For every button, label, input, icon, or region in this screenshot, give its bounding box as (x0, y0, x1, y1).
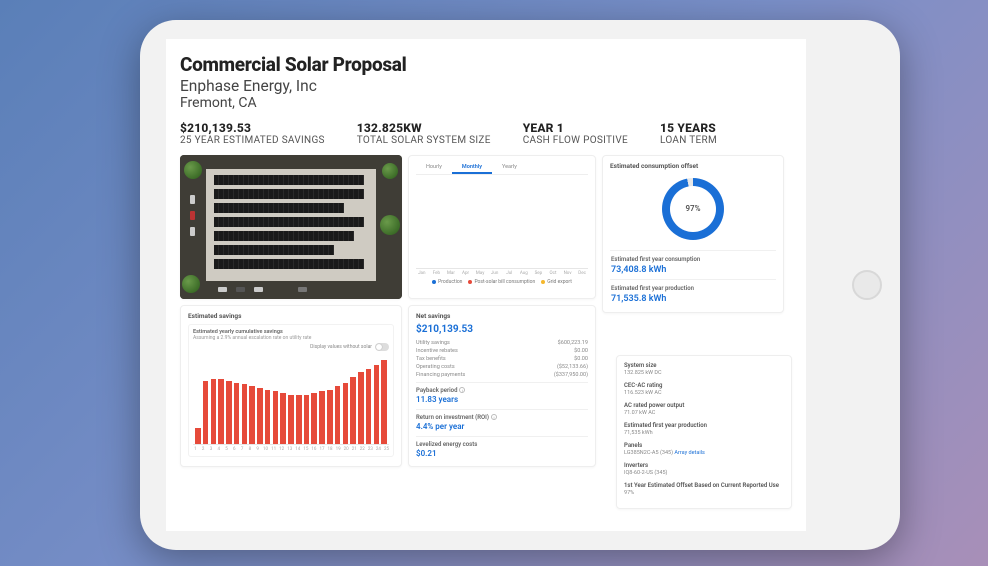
roi-label: Return on investment (ROI) (416, 414, 489, 421)
kpi-value: $210,139.53 (180, 121, 325, 135)
tablet-frame: Commercial Solar Proposal Enphase Energy… (140, 20, 900, 550)
system-row: PanelsLG385N2C-A5 (345) Array details (624, 442, 784, 456)
kpi-label: CASH FLOW POSITIVE (523, 135, 628, 147)
first-year-production: Estimated first year production 71,535.8… (610, 279, 776, 306)
monthly-x-axis: JanFebMarAprMayJunJulAugSepOctNovDec (416, 271, 588, 276)
kpi-system-size: 132.825KW TOTAL SOLAR SYSTEM SIZE (357, 121, 491, 147)
toggle-label: Display values without solar (310, 344, 372, 350)
location: Fremont, CA (180, 95, 792, 111)
net-row: Financing payments($337,950.00) (416, 371, 588, 379)
savings-bar-chart (193, 357, 389, 445)
net-savings-title: Net savings (416, 312, 588, 320)
net-row: Incentive rebates$0.00 (416, 347, 588, 355)
kpi-loan-term: 15 YEARS LOAN TERM (660, 121, 717, 147)
monthly-legend: Production Post-solar bill consumption G… (416, 279, 588, 285)
offset-donut: 97% (610, 174, 776, 248)
payback-value: 11.83 years (416, 395, 588, 404)
proposal-screen: Commercial Solar Proposal Enphase Energy… (166, 39, 806, 531)
net-savings-amount: $210,139.53 (416, 324, 588, 335)
net-row: Utility savings$600,223.19 (416, 339, 588, 347)
monthly-bar-chart (416, 179, 588, 269)
system-info-card: System size132.825 kW DC CEC-AC rating116… (616, 355, 792, 509)
kpi-label: 25 YEAR ESTIMATED SAVINGS (180, 135, 325, 147)
system-row: System size132.825 kW DC (624, 362, 784, 376)
info-icon[interactable]: i (459, 387, 465, 393)
company-name: Enphase Energy, Inc (180, 77, 792, 95)
kpi-label: TOTAL SOLAR SYSTEM SIZE (357, 135, 491, 147)
offset-percent: 97% (670, 186, 716, 232)
system-row: AC rated power output71.07 kW AC (624, 402, 784, 416)
estimated-savings-card: Estimated savings Estimated yearly cumul… (180, 305, 402, 467)
chart-tabs: Hourly Monthly Yearly (416, 162, 588, 175)
info-icon[interactable]: i (491, 414, 497, 420)
system-row: InvertersIQ8-60-2-US (345) (624, 462, 784, 476)
system-rows: System size132.825 kW DC CEC-AC rating116… (624, 362, 784, 496)
kpi-row: $210,139.53 25 YEAR ESTIMATED SAVINGS 13… (180, 121, 792, 147)
home-button[interactable] (852, 270, 882, 300)
kpi-savings: $210,139.53 25 YEAR ESTIMATED SAVINGS (180, 121, 325, 147)
tab-monthly[interactable]: Monthly (452, 162, 492, 174)
savings-x-axis: 1234567891011121314151617181920212223242… (193, 447, 389, 452)
array-details-link[interactable]: Array details (674, 450, 704, 456)
legend-export: Grid export (541, 279, 572, 285)
roi-value: 4.4% per year (416, 422, 588, 431)
savings-title: Estimated savings (188, 312, 394, 320)
kpi-label: LOAN TERM (660, 135, 717, 147)
net-savings-card: Net savings $210,139.53 Utility savings$… (408, 305, 596, 467)
system-row: CEC-AC rating116.523 kW AC (624, 382, 784, 396)
legend-consumption: Post-solar bill consumption (468, 279, 535, 285)
kpi-value: YEAR 1 (523, 121, 628, 135)
toggle-row: Display values without solar (193, 343, 389, 351)
net-row: Operating costs($52,133.66) (416, 363, 588, 371)
offset-title: Estimated consumption offset (610, 162, 776, 170)
net-row: Tax benefits$0.00 (416, 355, 588, 363)
kpi-cashflow: YEAR 1 CASH FLOW POSITIVE (523, 121, 628, 147)
system-row: Estimated first year production71,535 kW… (624, 422, 784, 436)
first-year-consumption: Estimated first year consumption 73,408.… (610, 250, 776, 277)
net-savings-breakdown: Utility savings$600,223.19Incentive reba… (416, 339, 588, 379)
header: Commercial Solar Proposal Enphase Energy… (180, 53, 792, 111)
kpi-value: 15 YEARS (660, 121, 717, 135)
lcoe-label: Levelized energy costs (416, 441, 477, 448)
kpi-value: 132.825KW (357, 121, 491, 135)
tab-yearly[interactable]: Yearly (492, 162, 527, 174)
consumption-offset-card: Estimated consumption offset 97% Estimat… (602, 155, 784, 313)
monthly-energy-card: Hourly Monthly Yearly JanFebMarAprMayJun… (408, 155, 596, 299)
system-row: 1st Year Estimated Offset Based on Curre… (624, 482, 784, 496)
savings-note: Assuming a 2.9% annual escalation rate o… (193, 335, 389, 341)
tab-hourly[interactable]: Hourly (416, 162, 452, 174)
site-aerial-image (180, 155, 402, 299)
legend-production: Production (432, 279, 462, 285)
lcoe-value: $0.21 (416, 449, 588, 458)
display-without-solar-toggle[interactable] (375, 343, 389, 351)
payback-label: Payback period (416, 387, 457, 394)
page-title: Commercial Solar Proposal (180, 53, 792, 76)
